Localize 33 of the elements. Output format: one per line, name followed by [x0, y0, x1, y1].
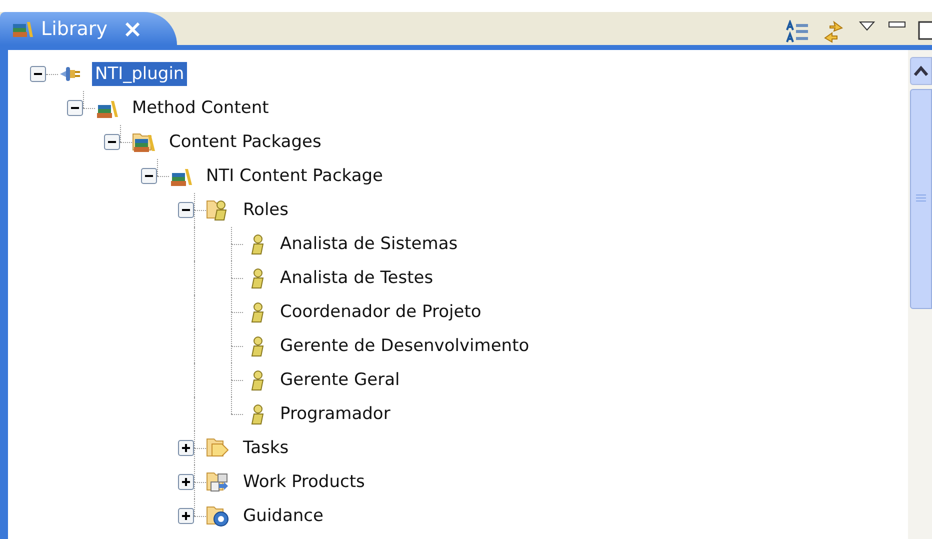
- tree-item[interactable]: Tasks: [240, 436, 292, 460]
- minimize-icon[interactable]: [888, 20, 906, 30]
- tree-item[interactable]: Work Products: [240, 470, 368, 494]
- collapse-icon[interactable]: [30, 66, 46, 82]
- maximize-icon[interactable]: [918, 20, 932, 40]
- collapse-icon[interactable]: [141, 168, 157, 184]
- tree-item[interactable]: Method Content: [129, 96, 272, 120]
- tree-item[interactable]: Roles: [240, 198, 292, 222]
- grip-icon: [915, 194, 927, 204]
- tree-item[interactable]: NTI_plugin: [92, 62, 188, 86]
- tree-item[interactable]: Gerente de Desenvolvimento: [277, 334, 532, 358]
- tree-item[interactable]: Gerente Geral: [277, 368, 403, 392]
- tree-item[interactable]: NTI Content Package: [203, 164, 386, 188]
- tree-item[interactable]: Analista de Testes: [277, 266, 436, 290]
- tab-title: Library: [41, 18, 108, 40]
- tree-layout-icon[interactable]: [784, 20, 810, 44]
- collapse-icon[interactable]: [178, 202, 194, 218]
- expand-icon[interactable]: [178, 508, 194, 524]
- tree-item[interactable]: Programador: [277, 402, 394, 426]
- collapse-icon[interactable]: [67, 100, 83, 116]
- tree-item[interactable]: Guidance: [240, 504, 326, 528]
- dropdown-icon[interactable]: [858, 20, 876, 32]
- scrollbar[interactable]: [908, 50, 932, 539]
- books-icon: [12, 20, 34, 38]
- scroll-thumb[interactable]: [910, 89, 932, 309]
- expand-icon[interactable]: [178, 474, 194, 490]
- chevron-up-icon: [913, 65, 929, 77]
- scroll-up-button[interactable]: [910, 57, 932, 85]
- tree-item[interactable]: Coordenador de Projeto: [277, 300, 484, 324]
- expand-icon[interactable]: [178, 440, 194, 456]
- collapse-icon[interactable]: [104, 134, 120, 150]
- tree-item[interactable]: Content Packages: [166, 130, 324, 154]
- tree-item[interactable]: Analista de Sistemas: [277, 232, 461, 256]
